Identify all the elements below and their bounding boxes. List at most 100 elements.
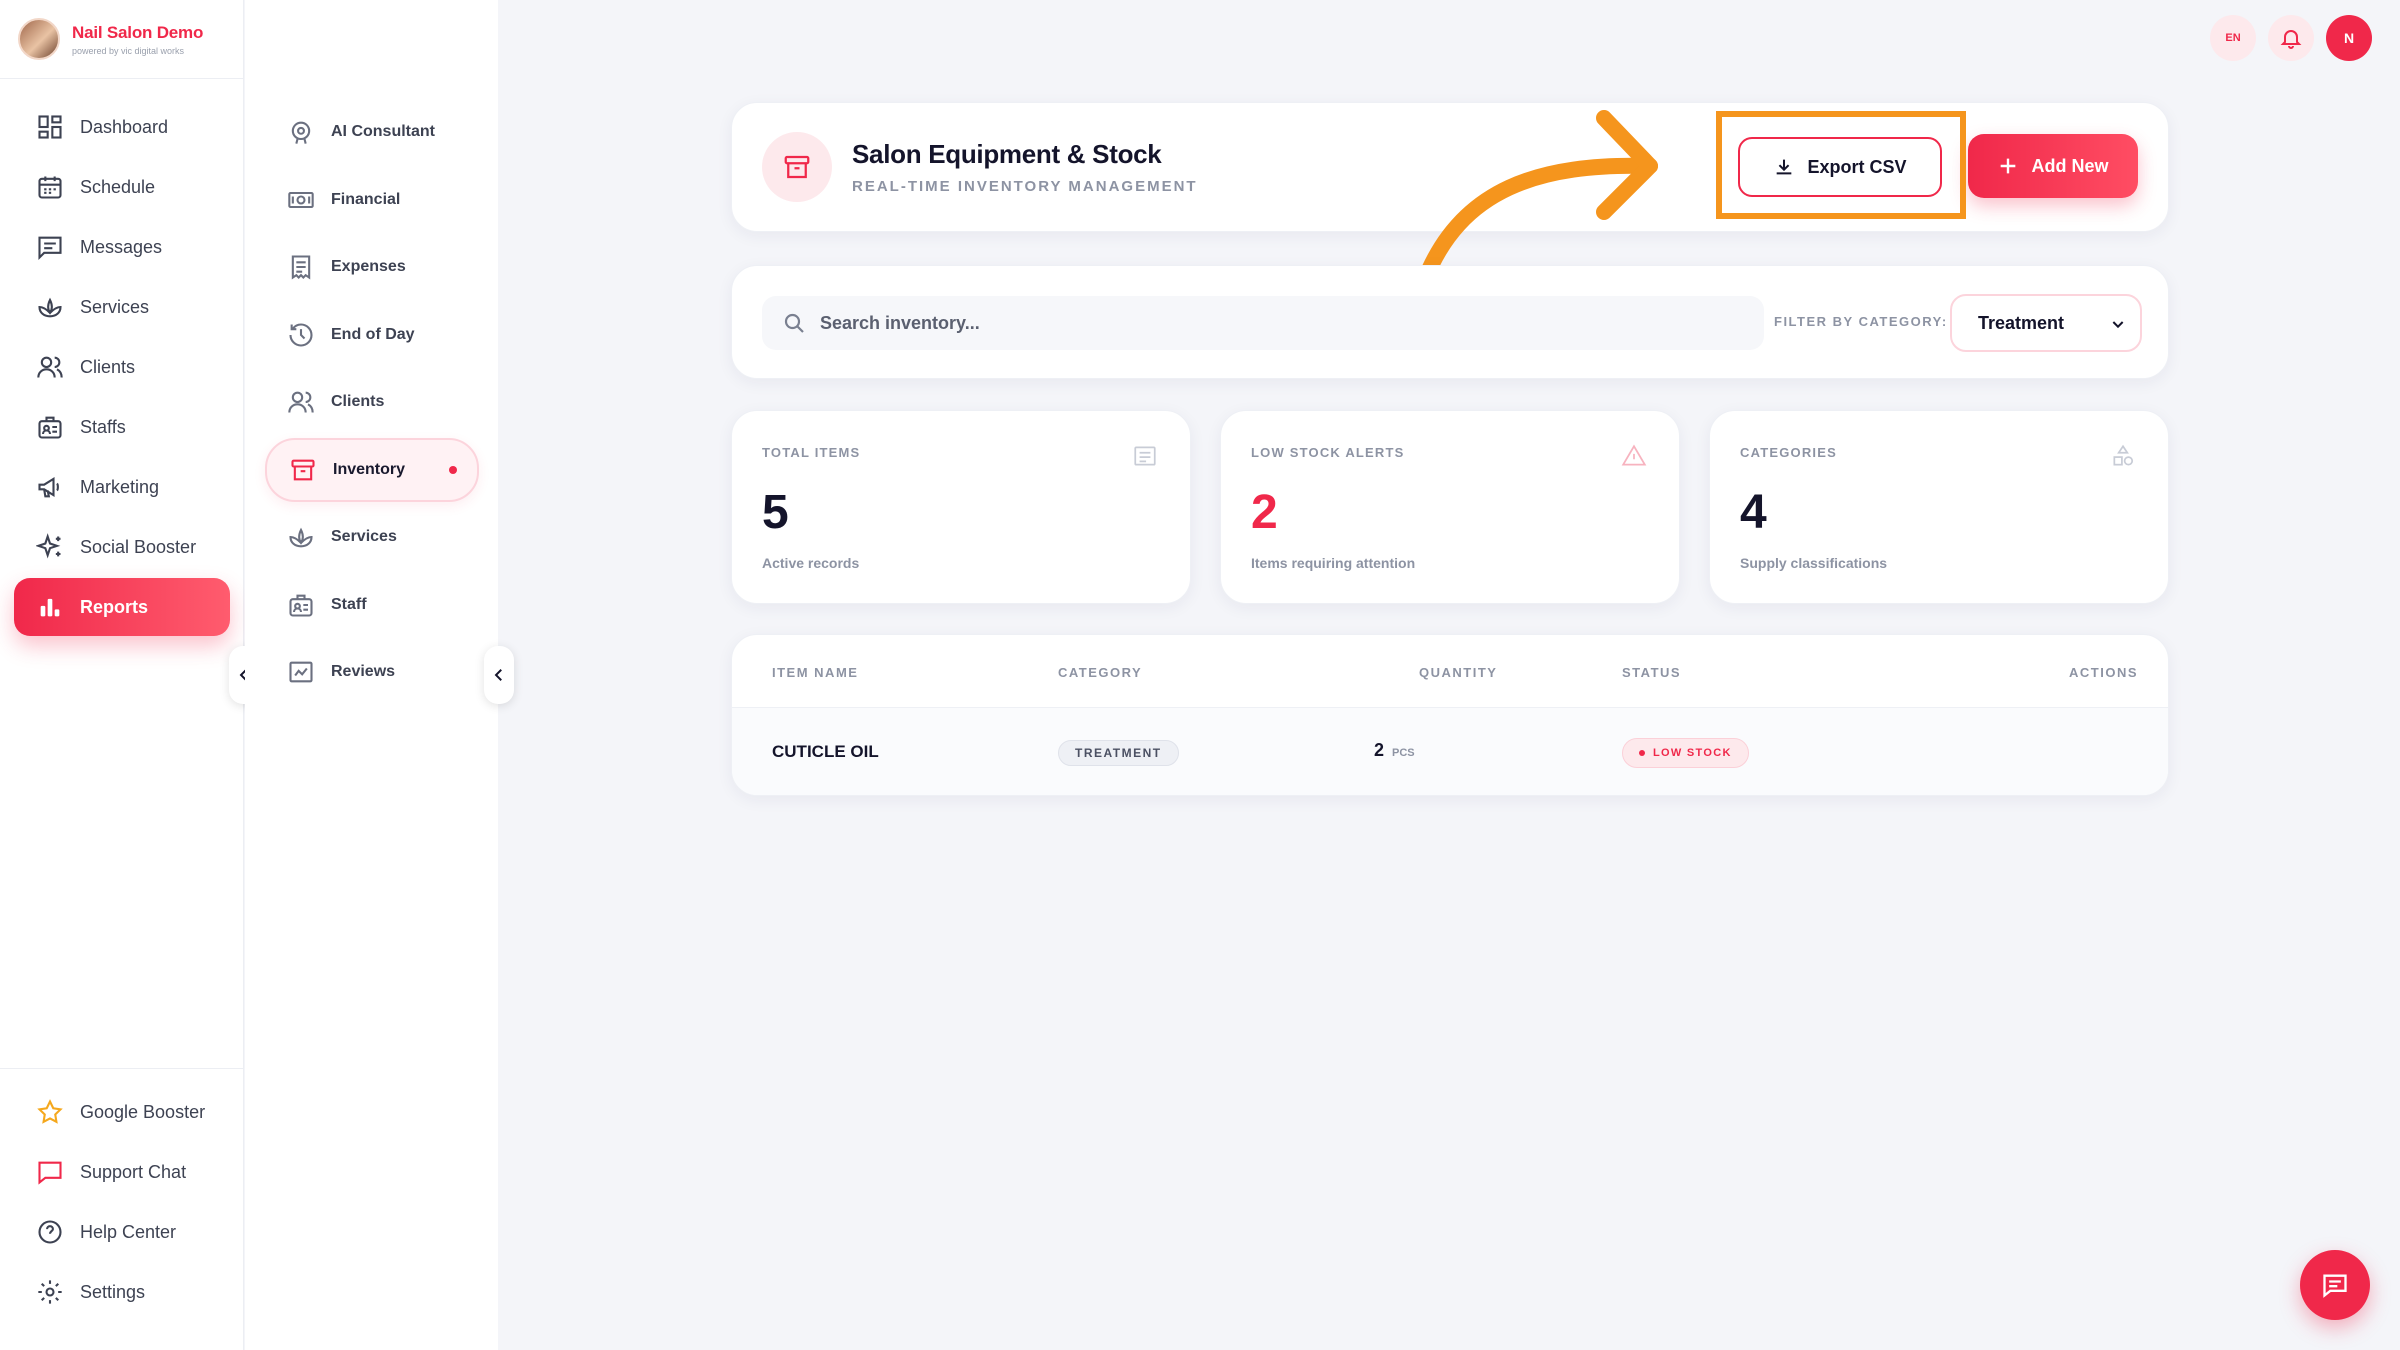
main-sidebar: Nail Salon Demo powered by vic digital w… — [0, 0, 244, 1350]
lotus-icon — [289, 527, 313, 548]
page-subtitle: REAL-TIME INVENTORY MANAGEMENT — [852, 178, 1198, 195]
receipt-icon — [291, 255, 311, 280]
chevron-down-icon — [2112, 321, 2124, 329]
subnav-item-financial[interactable]: Financial — [265, 168, 479, 232]
quantity-unit: PCS — [1392, 747, 1415, 759]
table-row[interactable]: CUTICLE OIL TREATMENT 2 PCS LOW STOCK — [732, 707, 2168, 795]
inventory-icon-badge — [762, 132, 832, 202]
stat-value: 4 — [1740, 486, 1767, 539]
notifications-button[interactable] — [2268, 15, 2314, 61]
page-title: Salon Equipment & Stock — [852, 139, 1162, 169]
subnav-item-expenses[interactable]: Expenses — [265, 235, 479, 299]
subnav-item-services[interactable]: Services — [265, 505, 479, 569]
nav-item-clients[interactable]: Clients — [14, 338, 230, 396]
item-name-cell: CUTICLE OIL — [772, 742, 879, 761]
messages-icon — [38, 236, 62, 261]
search-bar[interactable] — [762, 296, 1764, 350]
status-badge: LOW STOCK — [1622, 738, 1749, 768]
subnav-label: Staff — [331, 595, 367, 613]
nav-item-staffs[interactable]: Staffs — [14, 398, 230, 456]
staff-icon — [38, 416, 62, 439]
filter-label: FILTER BY CATEGORY: — [1774, 314, 1948, 329]
cash-icon — [288, 191, 314, 208]
subnav-item-inventory[interactable]: Inventory — [265, 437, 479, 502]
brand-logo — [18, 18, 60, 60]
language-switcher[interactable]: EN — [2210, 15, 2256, 61]
nav-label: Services — [80, 296, 150, 317]
stat-caption: Items requiring attention — [1251, 555, 1416, 571]
list-icon — [1134, 446, 1156, 466]
divider — [0, 78, 244, 79]
add-new-button[interactable]: Add New — [1968, 134, 2138, 198]
archive-icon — [291, 459, 315, 480]
nav-item-dashboard[interactable]: Dashboard — [14, 98, 230, 156]
subnav-item-clients[interactable]: Clients — [265, 370, 479, 434]
nav-item-reports[interactable]: Reports — [14, 578, 230, 636]
stat-card-categories: CATEGORIES 4 Supply classifications — [1709, 410, 2169, 604]
nav-item-marketing[interactable]: Marketing — [14, 458, 230, 516]
nav-item-help-center[interactable]: Help Center — [14, 1203, 230, 1261]
stat-value: 5 — [762, 486, 789, 539]
column-header-category[interactable]: CATEGORY — [1058, 665, 1142, 680]
stat-caption: Active records — [762, 555, 860, 571]
subnav-item-ai-consultant[interactable]: AI Consultant — [265, 100, 479, 164]
ai-icon — [291, 121, 311, 144]
nav-item-messages[interactable]: Messages — [14, 218, 230, 276]
stat-card-low-stock: LOW STOCK ALERTS 2 Items requiring atten… — [1220, 410, 1680, 604]
help-icon — [38, 1220, 62, 1244]
subnav-label: Expenses — [331, 258, 406, 275]
column-header-actions: ACTIONS — [2069, 665, 2138, 680]
users-icon — [37, 356, 63, 378]
nav-item-services[interactable]: Services — [14, 278, 230, 336]
chat-icon — [2323, 1274, 2347, 1298]
table-header: ITEM NAME CATEGORY QUANTITY STATUS ACTIO… — [732, 635, 2168, 707]
archive-icon — [784, 155, 810, 179]
sparkles-icon — [36, 533, 61, 559]
gear-icon — [38, 1280, 62, 1304]
brand-name: Nail Salon Demo — [72, 22, 204, 42]
stat-label: CATEGORIES — [1740, 445, 1837, 460]
reports-subnav: AI Consultant Financial Expenses End of … — [245, 0, 498, 1350]
staff-icon — [289, 594, 313, 617]
nav-label: Support Chat — [80, 1161, 187, 1182]
nav-item-social-booster[interactable]: Social Booster — [14, 518, 230, 576]
subnav-label: Financial — [331, 190, 401, 208]
subnav-label: Services — [331, 528, 397, 545]
nav-label: Reports — [80, 596, 149, 617]
inventory-table: ITEM NAME CATEGORY QUANTITY STATUS ACTIO… — [731, 634, 2169, 796]
column-header-status[interactable]: STATUS — [1622, 665, 1681, 680]
search-filter-card: FILTER BY CATEGORY: Treatment — [731, 265, 2169, 379]
chevron-left-icon — [494, 669, 502, 681]
nav-label: Settings — [80, 1281, 146, 1302]
category-filter-select[interactable]: Treatment — [1950, 294, 2142, 352]
warning-icon — [1621, 444, 1647, 466]
subnav-item-end-of-day[interactable]: End of Day — [265, 303, 479, 367]
subnav-item-reviews[interactable]: Reviews — [265, 640, 479, 704]
nav-item-settings[interactable]: Settings — [14, 1263, 230, 1321]
nav-label: Social Booster — [80, 536, 197, 557]
calendar-icon — [38, 176, 62, 199]
subnav-item-staff[interactable]: Staff — [265, 573, 479, 637]
nav-item-support-chat[interactable]: Support Chat — [14, 1143, 230, 1201]
divider — [0, 1068, 244, 1069]
subnav-label: AI Consultant — [331, 123, 435, 140]
column-header-quantity[interactable]: QUANTITY — [1419, 665, 1497, 680]
user-avatar[interactable]: N — [2326, 15, 2372, 61]
column-header-item-name[interactable]: ITEM NAME — [772, 665, 858, 680]
brand-tagline: powered by vic digital works — [72, 45, 185, 56]
nav-item-schedule[interactable]: Schedule — [14, 158, 230, 216]
search-input[interactable] — [820, 312, 1720, 334]
nav-label: Clients — [80, 356, 136, 377]
stat-caption: Supply classifications — [1740, 555, 1888, 571]
support-chat-button[interactable] — [2300, 1250, 2370, 1320]
collapse-subnav-button[interactable] — [484, 646, 514, 704]
nav-item-google-booster[interactable]: Google Booster — [14, 1083, 230, 1141]
nav-label: Dashboard — [80, 116, 169, 137]
bottom-nav: Google Booster Support Chat Help Center … — [14, 1083, 230, 1323]
annotation-highlight-box — [1716, 111, 1966, 219]
nav-label: Staffs — [80, 416, 126, 437]
category-badge: TREATMENT — [1058, 740, 1179, 766]
bar-chart-icon — [40, 598, 60, 617]
brand[interactable]: Nail Salon Demo powered by vic digital w… — [18, 18, 203, 60]
subnav-label: Clients — [331, 393, 385, 410]
